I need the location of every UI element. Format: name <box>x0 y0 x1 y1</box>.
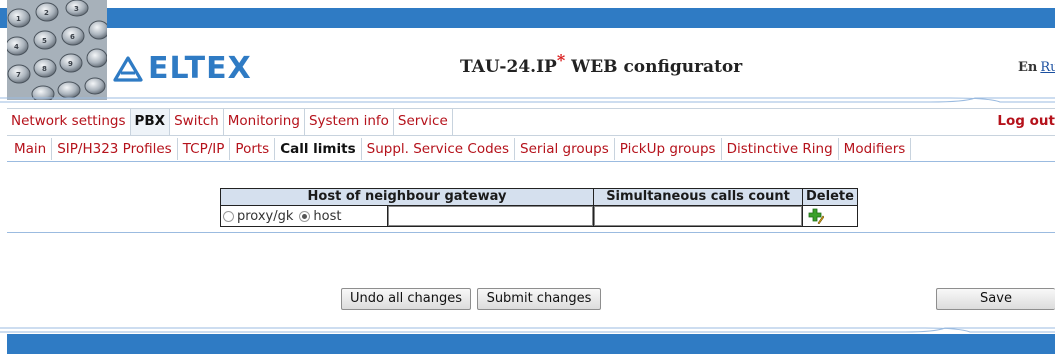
footer-divider <box>0 327 1055 333</box>
nav-pbx[interactable]: PBX <box>130 109 171 135</box>
subnav-serial-groups[interactable]: Serial groups <box>515 138 615 160</box>
svg-text:3: 3 <box>74 5 79 13</box>
host-input-cell <box>387 205 594 227</box>
subnav-ports[interactable]: Ports <box>230 138 276 160</box>
radio-host-label: host <box>313 208 342 224</box>
nav-service[interactable]: Service <box>394 109 453 135</box>
undo-all-changes-button[interactable]: Undo all changes <box>341 288 471 310</box>
nav-system-info[interactable]: System info <box>305 109 394 135</box>
radio-proxy-gk[interactable] <box>223 210 234 222</box>
radio-proxy-gk-label: proxy/gk <box>237 208 294 224</box>
language-switcher: En Ru <box>1018 60 1055 75</box>
subnav-distinctive-ring[interactable]: Distinctive Ring <box>722 138 839 160</box>
subnav-sip-h323-profiles[interactable]: SIP/H323 Profiles <box>52 138 178 160</box>
subnav-tcp-ip[interactable]: TCP/IP <box>178 138 231 160</box>
call-limits-table: Host of neighbour gateway Simultaneous c… <box>220 188 858 227</box>
svg-text:5: 5 <box>42 37 47 45</box>
add-icon[interactable] <box>808 208 824 224</box>
header-top-bar <box>0 8 1055 28</box>
subnav-suppl-service-codes[interactable]: Suppl. Service Codes <box>362 138 516 160</box>
svg-text:6: 6 <box>70 33 75 41</box>
page-title: TAU-24.IP* WEB configurator <box>460 50 743 77</box>
main-nav: Network settings PBX Switch Monitoring S… <box>7 108 1055 136</box>
nav-monitoring[interactable]: Monitoring <box>224 109 305 135</box>
table-row: proxy/gk host <box>220 205 858 227</box>
logout-link[interactable]: Log out <box>997 109 1055 134</box>
header-host-of-neighbour-gateway: Host of neighbour gateway <box>220 188 594 206</box>
calls-count-cell <box>593 205 803 227</box>
eltex-logo: ELTEX <box>112 54 252 84</box>
footer-bar <box>7 334 1055 354</box>
sub-nav: Main SIP/H323 Profiles TCP/IP Ports Call… <box>7 136 1055 162</box>
header-divider <box>0 97 1055 103</box>
nav-network-settings[interactable]: Network settings <box>7 109 131 135</box>
svg-text:7: 7 <box>16 71 21 79</box>
nav-switch[interactable]: Switch <box>170 109 224 135</box>
calls-count-input[interactable] <box>594 206 802 226</box>
host-type-cell: proxy/gk host <box>220 205 388 227</box>
svg-text:9: 9 <box>68 60 73 68</box>
radio-host[interactable] <box>299 210 311 222</box>
submit-changes-button[interactable]: Submit changes <box>477 288 601 310</box>
svg-text:1: 1 <box>16 15 21 23</box>
eltex-logo-icon <box>113 56 143 82</box>
logo-text: ELTEX <box>148 51 252 86</box>
save-button[interactable]: Save <box>936 288 1055 310</box>
phone-keypad-image: 1 2 3 4 5 6 7 8 9 <box>7 0 107 100</box>
subnav-pickup-groups[interactable]: PickUp groups <box>615 138 722 160</box>
header: 1 2 3 4 5 6 7 8 9 ELTEX TAU-24.IP* WEB configu… <box>0 0 1055 106</box>
subnav-main[interactable]: Main <box>7 138 53 160</box>
subnav-call-limits[interactable]: Call limits <box>275 138 362 160</box>
host-input[interactable] <box>388 206 593 226</box>
subnav-modifiers[interactable]: Modifiers <box>839 138 912 160</box>
svg-text:8: 8 <box>42 65 47 73</box>
svg-text:2: 2 <box>44 9 49 17</box>
header-delete: Delete <box>802 188 858 206</box>
action-cell <box>802 205 858 227</box>
lang-en[interactable]: En <box>1018 60 1037 75</box>
svg-text:4: 4 <box>14 43 19 51</box>
lang-ru-link[interactable]: Ru <box>1040 60 1055 75</box>
header-simultaneous-calls-count: Simultaneous calls count <box>593 188 803 206</box>
content-panel: Host of neighbour gateway Simultaneous c… <box>7 161 1055 233</box>
